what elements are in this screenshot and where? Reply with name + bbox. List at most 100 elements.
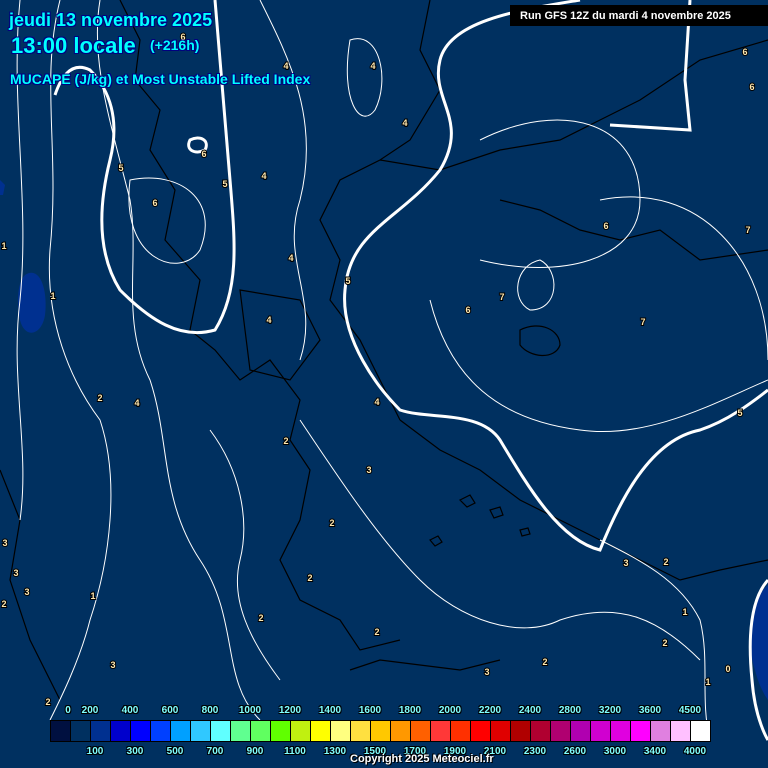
contour-label: 3 [366,465,371,475]
forecast-lead-time: (+216h) [150,37,200,53]
contour-label: 4 [374,397,379,407]
forecast-time: 13:00 locale [11,33,136,58]
legend-label-bottom: 4000 [683,746,707,757]
legend-swatch [591,721,611,741]
contour-label: 5 [737,408,742,418]
legend-label-bottom: 2600 [563,746,587,757]
legend-swatch [491,721,511,741]
legend-label-bottom: 3000 [603,746,627,757]
legend-swatch [251,721,271,741]
legend-swatch [311,721,331,741]
legend-swatch [231,721,251,741]
legend-swatch [51,721,71,741]
contour-label: 4 [134,398,139,408]
coastlines [0,0,768,701]
cape-area-left [17,272,46,333]
legend-label-bottom: 1300 [323,746,347,757]
legend-swatch [211,721,231,741]
legend-swatch [431,721,451,741]
contour-label: 6 [152,198,157,208]
contour-label: 3 [13,568,18,578]
legend-swatch [411,721,431,741]
legend-swatch [171,721,191,741]
legend-swatch [531,721,551,741]
contour-label: 6 [603,221,608,231]
contour-label: 1 [682,607,687,617]
contour-label: 0 [725,664,730,674]
legend-swatch [291,721,311,741]
legend-swatch [111,721,131,741]
contour-label: 4 [370,61,375,71]
contour-label: 2 [45,697,50,707]
legend-swatch [371,721,391,741]
legend-swatch [151,721,171,741]
legend-swatch [91,721,111,741]
copyright: Copyright 2025 Meteociel.fr [350,753,494,765]
contour-label: 6 [749,82,754,92]
legend-label-top: 2000 [438,705,462,716]
contour-label: 2 [542,657,547,667]
forecast-date: jeudi 13 novembre 2025 [9,10,213,30]
contour-label: 6 [465,305,470,315]
contour-label: 5 [345,276,350,286]
legend-label-bottom: 900 [246,746,264,757]
legend-swatch [571,721,591,741]
legend-swatch [131,721,151,741]
legend-label-top: 3600 [638,705,662,716]
legend-swatch [551,721,571,741]
legend-swatch [71,721,91,741]
model-run-banner: Run GFS 12Z du mardi 4 novembre 2025 [510,5,768,26]
legend-label-bottom: 2300 [523,746,547,757]
contour-label: 7 [499,292,504,302]
legend-label-top: 800 [201,705,219,716]
legend-swatch [331,721,351,741]
contour-label: 1 [705,677,710,687]
contour-label: 4 [288,253,293,263]
contour-label: 2 [329,518,334,528]
legend-label-top: 2200 [478,705,502,716]
legend-label-top: 1000 [238,705,262,716]
legend-label-bottom: 100 [86,746,104,757]
contour-label: 3 [2,538,7,548]
lifted-index-contours [16,0,768,741]
contour-label: 6 [742,47,747,57]
legend-label-bottom: 3400 [643,746,667,757]
legend-swatch [391,721,411,741]
legend-label-top: 400 [121,705,139,716]
parameter-title: MUCAPE (J/kg) et Most Unstable Lifted In… [10,71,311,87]
contour-label: 2 [374,627,379,637]
legend-label-bottom: 500 [166,746,184,757]
legend-swatch [271,721,291,741]
contour-label: 7 [745,225,750,235]
contour-label: 2 [1,599,6,609]
contour-label: 4 [402,118,407,128]
legend-label-bottom: 1100 [284,746,306,757]
contour-label: 3 [484,667,489,677]
legend-swatch [191,721,211,741]
legend-swatch [451,721,471,741]
legend-label-top: 4500 [678,705,702,716]
legend-swatch [691,721,710,741]
legend-swatch [671,721,691,741]
legend-label-top: 3200 [598,705,622,716]
legend-swatch [471,721,491,741]
contour-label: 4 [261,171,266,181]
color-scale-legend [50,720,711,742]
contour-label: 2 [662,638,667,648]
contour-label: 5 [222,179,227,189]
contour-label: 3 [110,660,115,670]
contour-label: 4 [283,61,288,71]
legend-label-top: 1200 [278,705,302,716]
legend-label-top: 1800 [398,705,422,716]
contour-label: 3 [24,587,29,597]
legend-label-top: 2400 [518,705,542,716]
legend-label-top: 200 [81,705,99,716]
contour-label: 2 [258,613,263,623]
contour-label: 7 [640,317,645,327]
contour-label: 4 [266,315,271,325]
contour-label: 1 [90,591,95,601]
legend-label-bottom: 700 [206,746,224,757]
legend-label-top: 2800 [558,705,582,716]
contour-label: 2 [663,557,668,567]
weather-map: 64446545614514676 77662 4 4523233321223 2122… [0,0,768,741]
